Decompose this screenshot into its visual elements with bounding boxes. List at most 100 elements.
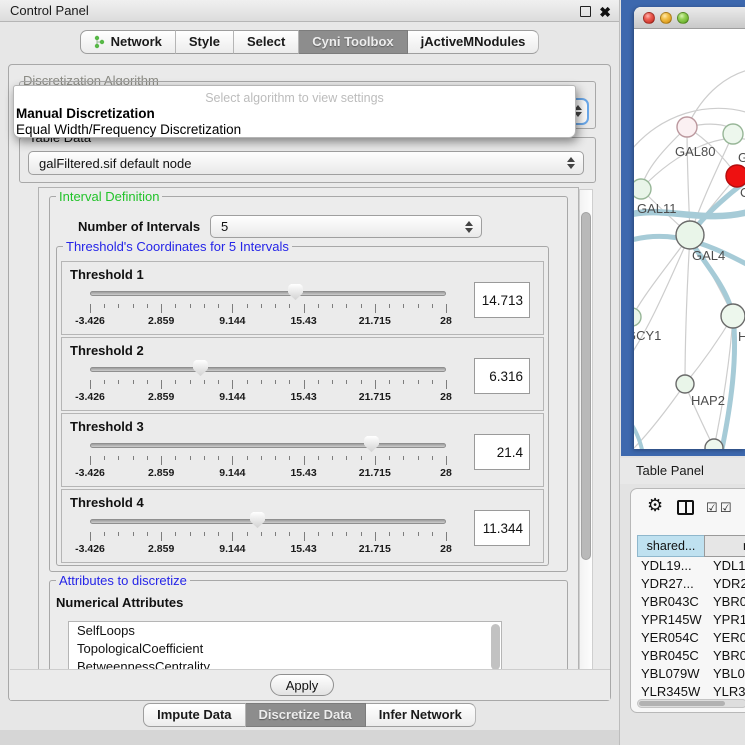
cell-shared-name[interactable]: YDR27... (637, 575, 705, 593)
cell-shared-name[interactable]: YBR045C (637, 647, 705, 665)
node-gal4[interactable] (676, 221, 704, 249)
tick-mark (432, 304, 433, 308)
cell-name[interactable]: YER0 (705, 629, 745, 647)
slider-thumb[interactable] (288, 284, 303, 300)
tick-mark (218, 380, 219, 384)
tab-jactivemnodules[interactable]: jActiveMNodules (408, 30, 540, 54)
tab-select[interactable]: Select (234, 30, 299, 54)
table-hscrollbar[interactable] (637, 699, 745, 708)
threshold-value-field[interactable]: 14.713 (474, 282, 530, 318)
slider-thumb[interactable] (250, 512, 265, 528)
apply-button[interactable]: Apply (270, 674, 334, 696)
slider-track[interactable] (90, 367, 446, 372)
float-window-icon[interactable] (580, 6, 591, 17)
node-gcy1[interactable] (634, 308, 641, 326)
threshold-label: Threshold 4 (70, 495, 144, 510)
tick-mark (318, 304, 319, 308)
columns-icon[interactable] (677, 500, 694, 515)
tab-cyni-toolbox[interactable]: Cyni Toolbox (299, 30, 407, 54)
cell-name[interactable]: YDR2 (705, 575, 745, 593)
table-row[interactable]: YBL079WYBL0 (637, 665, 745, 683)
cell-shared-name[interactable]: YBL079W (637, 665, 705, 683)
node-red[interactable] (726, 165, 745, 187)
table-row[interactable]: YDR27...YDR2 (637, 575, 745, 593)
checkbox-icon[interactable]: ☑ (720, 501, 732, 514)
scrollbar-thumb[interactable] (581, 212, 591, 560)
tick-mark (289, 532, 290, 536)
slider-thumb[interactable] (364, 436, 379, 452)
close-icon[interactable]: ✖ (599, 2, 611, 22)
table-row[interactable]: YDL19...YDL1 (637, 557, 745, 575)
algorithm-option-manual[interactable]: Manual Discretization (16, 106, 155, 121)
node-hap2[interactable] (676, 375, 694, 393)
threshold-slider[interactable]: -3.4262.8599.14415.4321.71528 (90, 284, 450, 332)
hscrollbar-thumb[interactable] (639, 701, 725, 706)
tick-mark (218, 304, 219, 308)
node-bottom[interactable] (705, 439, 723, 449)
table-row[interactable]: YBR043CYBR0 (637, 593, 745, 611)
tick-mark (375, 380, 376, 389)
column-header-shared[interactable]: shared... (637, 535, 705, 557)
table-header-row: shared... n (637, 535, 745, 557)
stepper-icon[interactable] (567, 157, 575, 169)
mac-minimize-button[interactable] (660, 12, 672, 24)
tick-mark (403, 304, 404, 308)
slider-thumb[interactable] (193, 360, 208, 376)
threshold-value-field[interactable]: 6.316 (474, 358, 530, 394)
algorithm-option-equal-width[interactable]: Equal Width/Frequency Discretization (16, 122, 241, 137)
number-of-intervals-combobox[interactable]: 5 (210, 215, 482, 238)
tick-mark (261, 380, 262, 384)
threshold-value-field[interactable]: 21.4 (474, 434, 530, 470)
cell-name[interactable]: YBL0 (705, 665, 745, 683)
network-canvas[interactable]: GAL80GACGAL11GAL4GCY1HHAP2 (634, 29, 745, 449)
gear-icon[interactable]: ⚙ (647, 495, 663, 516)
column-header-name[interactable]: n (704, 535, 745, 557)
tick-mark (261, 304, 262, 308)
slider-track[interactable] (90, 443, 446, 448)
stepper-icon[interactable] (465, 221, 473, 233)
cell-shared-name[interactable]: YER054C (637, 629, 705, 647)
table-row[interactable]: YPR145WYPR1 (637, 611, 745, 629)
cell-name[interactable]: YLR3 (705, 683, 745, 698)
cell-name[interactable]: YPR1 (705, 611, 745, 629)
tick-mark (147, 304, 148, 308)
mac-zoom-button[interactable] (677, 12, 689, 24)
list-scrollbar[interactable] (491, 624, 500, 670)
table-row[interactable]: YBR045CYBR0 (637, 647, 745, 665)
cell-shared-name[interactable]: YLR345W (637, 683, 705, 698)
settings-scrollbar[interactable] (579, 189, 593, 672)
attribute-item[interactable]: SelfLoops (69, 622, 501, 640)
tick-mark (403, 456, 404, 460)
tab-style[interactable]: Style (176, 30, 234, 54)
cell-shared-name[interactable]: YDL19... (637, 557, 705, 575)
threshold-slider[interactable]: -3.4262.8599.14415.4321.71528 (90, 512, 450, 560)
threshold-value-field[interactable]: 11.344 (474, 510, 530, 546)
node-green-top[interactable] (723, 124, 743, 144)
cell-shared-name[interactable]: YPR145W (637, 611, 705, 629)
tab-label: Network (111, 30, 162, 54)
node-pink[interactable] (677, 117, 697, 137)
tab-infer-network[interactable]: Infer Network (366, 703, 476, 727)
threshold-slider[interactable]: -3.4262.8599.14415.4321.71528 (90, 436, 450, 484)
cell-name[interactable]: YDL1 (705, 557, 745, 575)
node-green-left[interactable] (634, 179, 651, 199)
node-green-right[interactable] (721, 304, 745, 328)
cell-shared-name[interactable]: YBR043C (637, 593, 705, 611)
slider-track[interactable] (90, 291, 446, 296)
cell-name[interactable]: YBR0 (705, 647, 745, 665)
slider-track[interactable] (90, 519, 446, 524)
tick-mark (361, 532, 362, 536)
threshold-slider[interactable]: -3.4262.8599.14415.4321.71528 (90, 360, 450, 408)
attribute-item[interactable]: TopologicalCoefficient (69, 640, 501, 658)
tick-mark (175, 380, 176, 384)
tab-discretize-data[interactable]: Discretize Data (246, 703, 366, 727)
tab-impute-data[interactable]: Impute Data (143, 703, 245, 727)
cell-name[interactable]: YBR0 (705, 593, 745, 611)
mac-close-button[interactable] (643, 12, 655, 24)
table-data-combobox[interactable]: galFiltered.sif default node (28, 151, 584, 175)
tab-network[interactable]: Network (80, 30, 176, 54)
table-row[interactable]: YER054CYER0 (637, 629, 745, 647)
tick-mark (275, 304, 276, 308)
table-row[interactable]: YLR345WYLR3 (637, 683, 745, 698)
checkbox-icon[interactable]: ☑ (706, 501, 718, 514)
